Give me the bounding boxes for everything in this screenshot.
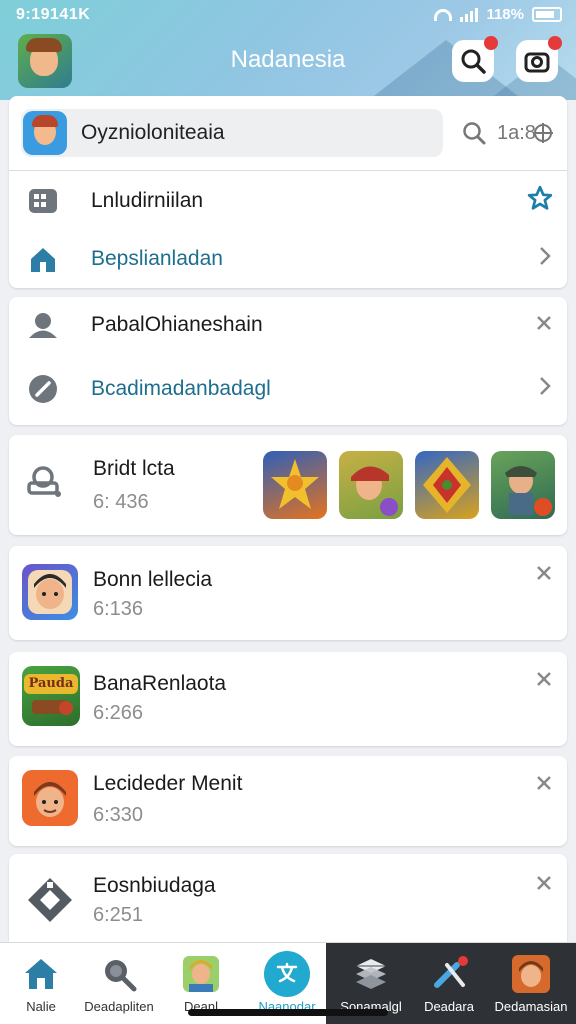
- menu-item-3[interactable]: PabalOhianeshain: [9, 299, 567, 351]
- menu-item-2[interactable]: Bepslianladan: [9, 234, 567, 284]
- search-icon: [461, 49, 486, 74]
- game-list-item[interactable]: Pauda BanaRenlaota 6:266: [9, 652, 567, 746]
- menu-item-label: Lnludirniilan: [91, 189, 204, 212]
- menu-item-label: Bcadimadanbadagl: [91, 377, 271, 400]
- featured-title: Bridt lcta: [93, 457, 175, 480]
- search-icon: [99, 955, 139, 993]
- game-thumbnails: [263, 451, 555, 519]
- close-icon[interactable]: [535, 872, 553, 898]
- search-menu-card: Oyznioloniteaia 1a:8 Lnludirniilan Bepsl…: [9, 96, 567, 288]
- game-sub: 6:251: [93, 904, 144, 926]
- search-button[interactable]: [452, 36, 498, 82]
- status-icons: 118%: [434, 6, 562, 23]
- chevron-right-icon[interactable]: [537, 375, 553, 403]
- app-header: 9:19141K 118% Nadanesia: [0, 0, 576, 100]
- nav-item-pen[interactable]: Deadara: [408, 943, 490, 1024]
- close-icon[interactable]: [535, 668, 553, 694]
- game-icon: Pauda: [22, 666, 80, 726]
- nav-label: Dedamasian: [494, 999, 568, 1014]
- notification-dot: [548, 36, 562, 50]
- search-tail[interactable]: 1a:8: [461, 120, 554, 146]
- close-icon[interactable]: [535, 562, 553, 588]
- nav-item-game[interactable]: Dedamasian: [490, 943, 572, 1024]
- layers-icon: [351, 955, 391, 993]
- edit-icon: [25, 371, 61, 407]
- game-list-item[interactable]: Bonn lellecia 6:136: [9, 546, 567, 640]
- signal-icon: [460, 7, 479, 22]
- game-title: Eosnbiudaga: [93, 874, 216, 897]
- search-count: 1a:8: [497, 121, 536, 144]
- bell-icon: [25, 463, 65, 508]
- search-input[interactable]: Oyznioloniteaia: [21, 109, 443, 157]
- game-icon: [22, 770, 78, 826]
- game-list-item[interactable]: Lecideder Menit 6:330: [9, 756, 567, 846]
- close-icon[interactable]: [535, 312, 553, 338]
- game-sub: 6:136: [93, 598, 144, 620]
- character-icon: [181, 955, 221, 993]
- game-thumbnail[interactable]: [491, 451, 555, 519]
- camera-icon: [524, 52, 550, 73]
- nav-item-home[interactable]: Nalie: [0, 943, 82, 1024]
- user-icon: [25, 307, 61, 343]
- divider: [9, 170, 567, 171]
- menu-item-4[interactable]: Bcadimadanbadagl: [9, 363, 567, 415]
- battery-percent: 118%: [486, 6, 524, 23]
- menu-item-label: PabalOhianeshain: [91, 313, 263, 336]
- pen-icon: [429, 955, 469, 993]
- wifi-icon: [434, 8, 453, 21]
- game-title: Bonn lellecia: [93, 568, 213, 591]
- status-time: 9:19141K: [16, 6, 91, 23]
- house-icon: [25, 241, 61, 277]
- grid-icon: [25, 183, 61, 219]
- game-title: Lecideder Menit: [93, 772, 243, 795]
- menu-item-label: Bepslianladan: [91, 247, 223, 270]
- close-icon[interactable]: [535, 772, 553, 798]
- settings-icon: [532, 123, 553, 143]
- featured-sub: 6: 436: [93, 491, 149, 513]
- home-indicator[interactable]: [188, 1009, 388, 1016]
- nav-item-search[interactable]: Deadapliten: [78, 943, 160, 1024]
- game-thumbnail[interactable]: [263, 451, 327, 519]
- account-menu-card: PabalOhianeshain Bcadimadanbadagl: [9, 297, 567, 425]
- game-sub: 6:266: [93, 702, 144, 724]
- avatar: [23, 111, 67, 155]
- game-sub: 6:330: [93, 804, 144, 826]
- search-icon: [463, 122, 486, 145]
- notification-dot: [484, 36, 498, 50]
- nav-label: Deadapliten: [84, 999, 154, 1014]
- game-icon: [22, 564, 78, 620]
- game-thumbnail[interactable]: [415, 451, 479, 519]
- translate-icon: [264, 951, 310, 997]
- chevron-right-icon[interactable]: [537, 245, 553, 273]
- game-thumbnail[interactable]: [339, 451, 403, 519]
- battery-icon: [532, 7, 562, 22]
- game-list-item[interactable]: Eosnbiudaga 6:251: [9, 854, 567, 952]
- game-icon: [511, 955, 551, 993]
- search-text: Oyznioloniteaia: [81, 121, 225, 144]
- nav-label: Nalie: [26, 999, 56, 1014]
- featured-games-card[interactable]: Bridt lcta 6: 436: [9, 435, 567, 535]
- camera-button[interactable]: [516, 36, 562, 82]
- game-icon: [22, 872, 78, 928]
- home-icon: [21, 955, 61, 993]
- menu-item-1[interactable]: Lnludirniilan: [9, 176, 567, 226]
- game-title: BanaRenlaota: [93, 672, 227, 695]
- star-icon[interactable]: [527, 185, 553, 217]
- nav-label: Deadara: [424, 999, 474, 1014]
